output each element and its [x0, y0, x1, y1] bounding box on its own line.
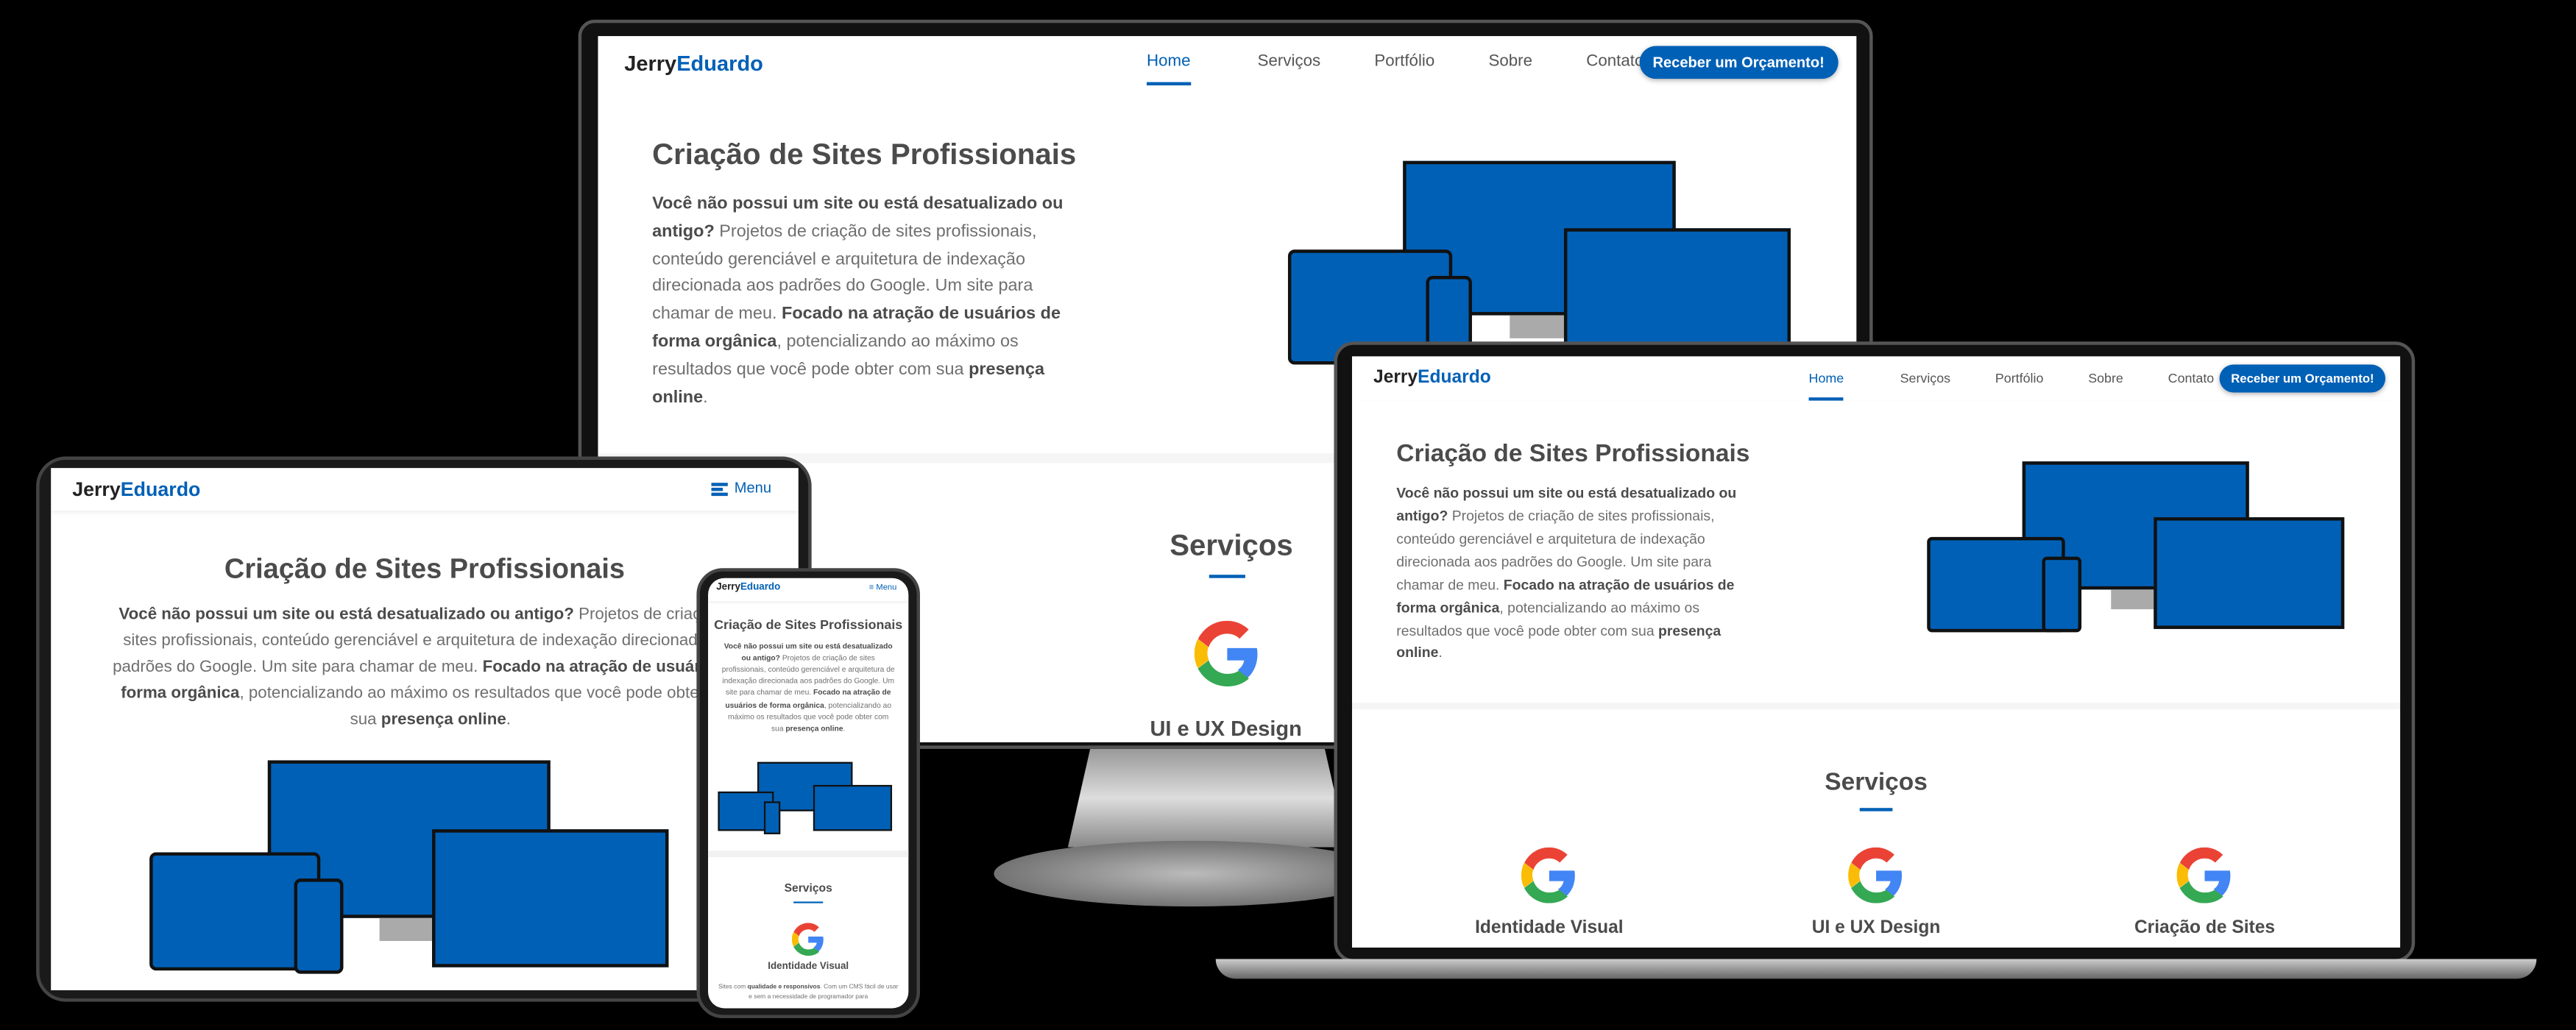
monitor-stand: [1067, 748, 1348, 848]
phone-devices-illustration: [718, 761, 899, 834]
ill-phone: [294, 878, 344, 974]
laptop-base: [1215, 959, 2537, 979]
tablet-header: JerryEduardo Menu: [51, 468, 799, 511]
phone-screen: JerryEduardo ≡ Menu Criação de Sites Pro…: [708, 578, 909, 1009]
mockup-stage: JerryEduardo Home Serviços Portfólio Sob…: [0, 0, 2576, 1030]
nav-servicos[interactable]: Serviços: [1900, 371, 1950, 386]
menu-label: Menu: [734, 479, 772, 497]
hero-text-3: .: [843, 723, 846, 732]
service-identidade-label: Identidade Visual: [1475, 917, 1624, 938]
service-card-identidade[interactable]: Identidade Visual: [1434, 847, 1664, 938]
service-card-uiux[interactable]: UI e UX Design: [1761, 847, 1991, 938]
phone-hero-text: Você não possui um site ou está desatual…: [721, 641, 896, 734]
laptop-devices-illustration: [1927, 461, 2367, 642]
laptop-services: Serviços Identidade Visual UI e UX Desig…: [1352, 709, 2401, 948]
tablet-hero-title: Criação de Sites Profissionais: [224, 553, 626, 585]
hero-text-3: .: [1438, 644, 1443, 661]
brand-first: Jerry: [1373, 367, 1418, 388]
phone-divider: [708, 850, 909, 858]
laptop-hero: Criação de Sites Profissionais Você não …: [1352, 400, 2401, 703]
google-icon: [1848, 847, 1902, 903]
hero-text: Você não possui um site ou está desatual…: [652, 191, 1071, 411]
cta-button[interactable]: Receber um Orçamento!: [1639, 46, 1838, 79]
phone-service-identidade: Identidade Visual: [768, 962, 849, 973]
ill-laptop: [813, 784, 893, 831]
laptop-nav: Home Serviços Portfólio Sobre Contato: [1809, 371, 2215, 386]
laptop-hero-title: Criação de Sites Profissionais: [1396, 440, 1750, 469]
nav-sobre[interactable]: Sobre: [1488, 52, 1532, 71]
tablet-menu-button[interactable]: Menu: [711, 480, 771, 496]
ill-monitor-stand: [379, 917, 439, 941]
tablet-devices-illustration: [149, 760, 675, 977]
google-icon: [791, 923, 824, 956]
hero-text-3: .: [506, 711, 511, 730]
laptop-brand-logo[interactable]: JerryEduardo: [1373, 368, 1491, 388]
nav-portfolio[interactable]: Portfólio: [1374, 52, 1434, 71]
tablet-hero-text: Você não possui um site ou está desatual…: [110, 603, 751, 734]
monitor-base: [994, 840, 1389, 907]
phone-services-title: Serviços: [784, 883, 832, 895]
phone-hero-title: Criação de Sites Profissionais: [714, 617, 903, 633]
service-card-criacao[interactable]: Criação de Sites: [2090, 847, 2319, 938]
phone-services-separator: [793, 901, 824, 903]
service-uiux-label: UI e UX Design: [1811, 917, 1941, 938]
hamburger-icon: [711, 482, 728, 496]
hamburger-icon: ≡: [868, 583, 874, 593]
laptop-services-separator: [1859, 808, 1893, 811]
nav-contato[interactable]: Contato: [1586, 52, 1643, 71]
hero-bold-3: presença online: [785, 723, 843, 732]
brand-second: Eduardo: [1418, 367, 1491, 388]
desktop-nav: Home Serviços Portfólio Sobre Contato: [1147, 52, 1643, 71]
nav-sobre[interactable]: Sobre: [2088, 371, 2123, 386]
hero-bold-3: presença online: [381, 711, 506, 730]
service-criacao-label: Criação de Sites: [2134, 917, 2276, 938]
ill-monitor-stand: [2111, 589, 2161, 610]
brand-logo[interactable]: JerryEduardo: [624, 51, 763, 75]
desc-a: Sites com: [718, 984, 748, 990]
laptop-screen: JerryEduardo Home Serviços Portfólio Sob…: [1352, 356, 2401, 948]
tablet-brand-logo[interactable]: JerryEduardo: [72, 478, 200, 501]
google-icon: [1194, 620, 1258, 687]
services-separator: [1209, 575, 1245, 578]
brand-first: Jerry: [624, 51, 677, 76]
phone-menu-button[interactable]: ≡ Menu: [869, 583, 897, 592]
laptop-services-title: Serviços: [1825, 768, 1928, 797]
ill-laptop: [2154, 517, 2345, 629]
ill-phone: [2042, 556, 2082, 633]
brand-second: Eduardo: [740, 583, 781, 593]
brand-first: Jerry: [72, 477, 121, 501]
desktop-header: JerryEduardo Home Serviços Portfólio Sob…: [598, 36, 1857, 89]
menu-label: Menu: [876, 583, 897, 593]
google-icon: [2176, 847, 2231, 903]
brand-second: Eduardo: [676, 51, 763, 76]
google-icon: [1521, 847, 1575, 903]
phone-service-desc: Sites com qualidade e responsivos. Com u…: [718, 982, 899, 1002]
ill-phone: [763, 801, 781, 834]
nav-home[interactable]: Home: [1147, 52, 1191, 71]
phone-header: JerryEduardo ≡ Menu: [708, 578, 908, 601]
phone-brand-logo[interactable]: JerryEduardo: [716, 583, 780, 592]
hero-text-3: .: [703, 386, 708, 407]
ill-laptop: [432, 829, 669, 967]
nav-contato[interactable]: Contato: [2168, 371, 2215, 386]
tablet-screen: JerryEduardo Menu Criação de Sites Profi…: [51, 468, 799, 990]
services-title: Serviços: [1170, 528, 1293, 562]
nav-portfolio[interactable]: Portfólio: [1995, 371, 2044, 386]
laptop-header: JerryEduardo Home Serviços Portfólio Sob…: [1352, 356, 2401, 401]
laptop-cta-button[interactable]: Receber um Orçamento!: [2219, 364, 2386, 393]
desc-b: qualidade e responsivos: [747, 984, 821, 990]
brand-second: Eduardo: [120, 477, 201, 501]
brand-first: Jerry: [716, 583, 740, 593]
laptop-hero-text: Você não possui um site ou está desatual…: [1396, 483, 1744, 666]
service-ui-ux: UI e UX Design: [1150, 716, 1302, 741]
hero-bold-1: Você não possui um site ou está desatual…: [118, 605, 574, 625]
nav-servicos[interactable]: Serviços: [1258, 52, 1321, 71]
nav-home[interactable]: Home: [1809, 371, 1844, 386]
hero-title: Criação de Sites Profissionais: [652, 138, 1077, 171]
